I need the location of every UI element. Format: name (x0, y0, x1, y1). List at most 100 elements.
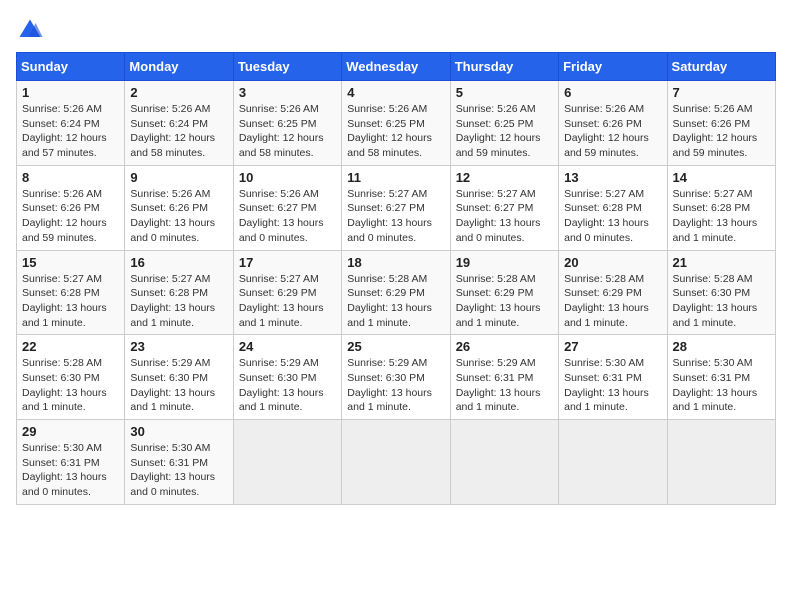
day-detail: Sunrise: 5:30 AMSunset: 6:31 PMDaylight:… (130, 441, 227, 500)
calendar-cell: 3 Sunrise: 5:26 AMSunset: 6:25 PMDaylight… (233, 81, 341, 166)
day-number: 9 (130, 170, 227, 185)
calendar-cell (450, 420, 558, 505)
weekday-header: Friday (559, 53, 667, 81)
day-number: 25 (347, 339, 444, 354)
logo-icon (16, 16, 44, 44)
calendar-cell (233, 420, 341, 505)
day-detail: Sunrise: 5:27 AMSunset: 6:27 PMDaylight:… (347, 187, 444, 246)
day-number: 4 (347, 85, 444, 100)
calendar-cell: 20Sunrise: 5:28 AMSunset: 6:29 PMDayligh… (559, 250, 667, 335)
calendar-cell: 10 Sunrise: 5:26 AMSunset: 6:27 PMDayligh… (233, 165, 341, 250)
day-number: 6 (564, 85, 661, 100)
day-number: 19 (456, 255, 553, 270)
day-number: 21 (673, 255, 770, 270)
day-detail: Sunrise: 5:29 AMSunset: 6:31 PMDaylight:… (456, 356, 553, 415)
weekday-header: Tuesday (233, 53, 341, 81)
calendar-cell: 6 Sunrise: 5:26 AMSunset: 6:26 PMDaylight… (559, 81, 667, 166)
calendar-cell: 13 Sunrise: 5:27 AMSunset: 6:28 PMDayligh… (559, 165, 667, 250)
day-number: 20 (564, 255, 661, 270)
calendar-table: SundayMondayTuesdayWednesdayThursdayFrid… (16, 52, 776, 505)
day-number: 3 (239, 85, 336, 100)
calendar-cell (667, 420, 775, 505)
day-number: 27 (564, 339, 661, 354)
day-detail: Sunrise: 5:30 AMSunset: 6:31 PMDaylight:… (564, 356, 661, 415)
calendar-cell (342, 420, 450, 505)
calendar-cell: 24 Sunrise: 5:29 AMSunset: 6:30 PMDayligh… (233, 335, 341, 420)
day-detail: Sunrise: 5:28 AMSunset: 6:29 PMDaylight:… (456, 272, 553, 331)
day-detail: Sunrise: 5:26 AMSunset: 6:25 PMDaylight:… (239, 102, 336, 161)
calendar-cell: 2Sunrise: 5:26 AMSunset: 6:24 PMDaylight… (125, 81, 233, 166)
day-number: 5 (456, 85, 553, 100)
calendar-cell: 8 Sunrise: 5:26 AMSunset: 6:26 PMDaylight… (17, 165, 125, 250)
day-detail: Sunrise: 5:26 AMSunset: 6:26 PMDaylight:… (564, 102, 661, 161)
calendar-cell: 29 Sunrise: 5:30 AMSunset: 6:31 PMDayligh… (17, 420, 125, 505)
day-number: 24 (239, 339, 336, 354)
day-detail: Sunrise: 5:26 AMSunset: 6:27 PMDaylight:… (239, 187, 336, 246)
calendar-cell: 12Sunrise: 5:27 AMSunset: 6:27 PMDayligh… (450, 165, 558, 250)
calendar-header: SundayMondayTuesdayWednesdayThursdayFrid… (17, 53, 776, 81)
day-detail: Sunrise: 5:26 AMSunset: 6:26 PMDaylight:… (673, 102, 770, 161)
calendar-week-row: 8 Sunrise: 5:26 AMSunset: 6:26 PMDaylight… (17, 165, 776, 250)
day-number: 15 (22, 255, 119, 270)
calendar-cell: 14 Sunrise: 5:27 AMSunset: 6:28 PMDayligh… (667, 165, 775, 250)
day-detail: Sunrise: 5:29 AMSunset: 6:30 PMDaylight:… (347, 356, 444, 415)
day-detail: Sunrise: 5:26 AMSunset: 6:25 PMDaylight:… (347, 102, 444, 161)
day-number: 22 (22, 339, 119, 354)
weekday-header: Saturday (667, 53, 775, 81)
calendar-cell: 7 Sunrise: 5:26 AMSunset: 6:26 PMDaylight… (667, 81, 775, 166)
day-number: 13 (564, 170, 661, 185)
calendar-week-row: 29 Sunrise: 5:30 AMSunset: 6:31 PMDayligh… (17, 420, 776, 505)
day-number: 14 (673, 170, 770, 185)
day-number: 17 (239, 255, 336, 270)
day-number: 16 (130, 255, 227, 270)
calendar-cell: 5 Sunrise: 5:26 AMSunset: 6:25 PMDaylight… (450, 81, 558, 166)
day-number: 2 (130, 85, 227, 100)
day-detail: Sunrise: 5:30 AMSunset: 6:31 PMDaylight:… (673, 356, 770, 415)
weekday-row: SundayMondayTuesdayWednesdayThursdayFrid… (17, 53, 776, 81)
day-number: 10 (239, 170, 336, 185)
calendar-cell: 15Sunrise: 5:27 AMSunset: 6:28 PMDayligh… (17, 250, 125, 335)
day-number: 1 (22, 85, 119, 100)
calendar-cell: 26 Sunrise: 5:29 AMSunset: 6:31 PMDayligh… (450, 335, 558, 420)
calendar-cell: 28Sunrise: 5:30 AMSunset: 6:31 PMDayligh… (667, 335, 775, 420)
weekday-header: Sunday (17, 53, 125, 81)
day-detail: Sunrise: 5:27 AMSunset: 6:28 PMDaylight:… (564, 187, 661, 246)
weekday-header: Monday (125, 53, 233, 81)
day-number: 11 (347, 170, 444, 185)
day-detail: Sunrise: 5:26 AMSunset: 6:26 PMDaylight:… (22, 187, 119, 246)
calendar-cell (559, 420, 667, 505)
day-detail: Sunrise: 5:27 AMSunset: 6:28 PMDaylight:… (130, 272, 227, 331)
calendar-cell: 4 Sunrise: 5:26 AMSunset: 6:25 PMDaylight… (342, 81, 450, 166)
day-number: 29 (22, 424, 119, 439)
day-detail: Sunrise: 5:27 AMSunset: 6:28 PMDaylight:… (673, 187, 770, 246)
day-detail: Sunrise: 5:26 AMSunset: 6:25 PMDaylight:… (456, 102, 553, 161)
day-number: 30 (130, 424, 227, 439)
calendar-body: 1 Sunrise: 5:26 AMSunset: 6:24 PMDaylight… (17, 81, 776, 505)
weekday-header: Wednesday (342, 53, 450, 81)
calendar-week-row: 15 Sunrise: 5:27 AMSunset: 6:28 PMDayligh… (17, 250, 776, 335)
day-detail: Sunrise: 5:26 AMSunset: 6:26 PMDaylight:… (130, 187, 227, 246)
calendar-cell: 11 Sunrise: 5:27 AMSunset: 6:27 PMDayligh… (342, 165, 450, 250)
weekday-header: Thursday (450, 53, 558, 81)
day-detail: Sunrise: 5:29 AMSunset: 6:30 PMDaylight:… (239, 356, 336, 415)
day-detail: Sunrise: 5:26 AMSunset: 6:24 PMDaylight:… (22, 102, 119, 161)
day-detail: Sunrise: 5:30 AMSunset: 6:31 PMDaylight:… (22, 441, 119, 500)
calendar-cell: 21 Sunrise: 5:28 AMSunset: 6:30 PMDayligh… (667, 250, 775, 335)
day-detail: Sunrise: 5:27 AMSunset: 6:29 PMDaylight:… (239, 272, 336, 331)
day-detail: Sunrise: 5:29 AMSunset: 6:30 PMDaylight:… (130, 356, 227, 415)
day-detail: Sunrise: 5:28 AMSunset: 6:30 PMDaylight:… (673, 272, 770, 331)
page-header (16, 16, 776, 44)
day-number: 7 (673, 85, 770, 100)
day-number: 8 (22, 170, 119, 185)
calendar-cell: 25 Sunrise: 5:29 AMSunset: 6:30 PMDayligh… (342, 335, 450, 420)
day-detail: Sunrise: 5:28 AMSunset: 6:30 PMDaylight:… (22, 356, 119, 415)
calendar-week-row: 1 Sunrise: 5:26 AMSunset: 6:24 PMDaylight… (17, 81, 776, 166)
calendar-cell: 17 Sunrise: 5:27 AMSunset: 6:29 PMDayligh… (233, 250, 341, 335)
day-number: 12 (456, 170, 553, 185)
day-number: 26 (456, 339, 553, 354)
calendar-cell: 19 Sunrise: 5:28 AMSunset: 6:29 PMDayligh… (450, 250, 558, 335)
calendar-cell: 18Sunrise: 5:28 AMSunset: 6:29 PMDayligh… (342, 250, 450, 335)
calendar-cell: 16 Sunrise: 5:27 AMSunset: 6:28 PMDayligh… (125, 250, 233, 335)
calendar-cell: 1 Sunrise: 5:26 AMSunset: 6:24 PMDaylight… (17, 81, 125, 166)
logo (16, 16, 48, 44)
